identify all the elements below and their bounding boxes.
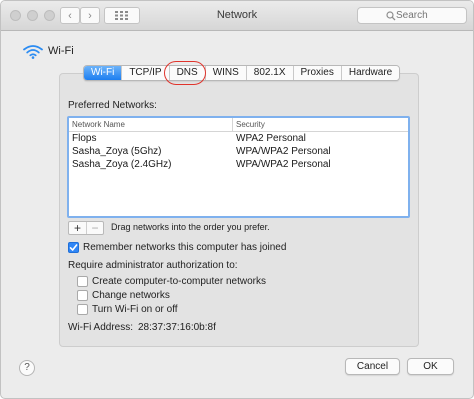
network-name-cell: Sasha_Zoya (5Ghz) bbox=[72, 146, 162, 157]
wifi-address-label: Wi-Fi Address: bbox=[68, 322, 134, 333]
change-networks-label: Change networks bbox=[92, 290, 170, 301]
network-security-cell: WPA/WPA2 Personal bbox=[236, 159, 331, 170]
column-header-network-name[interactable]: Network Name bbox=[69, 118, 233, 131]
tab-8021x[interactable]: 802.1X bbox=[246, 66, 294, 80]
table-header: Network Name Security bbox=[69, 118, 408, 132]
network-preferences-window: ‹ › Network Wi-Fi bbox=[0, 0, 474, 399]
turn-wifi-label: Turn Wi-Fi on or off bbox=[92, 304, 178, 315]
wifi-address-value: 28:37:37:16:0b:8f bbox=[138, 322, 216, 333]
search-field[interactable] bbox=[357, 7, 467, 24]
change-networks-checkbox[interactable] bbox=[77, 290, 88, 301]
checkmark-icon bbox=[69, 244, 78, 251]
tab-wins[interactable]: WINS bbox=[205, 66, 247, 80]
tab-hardware[interactable]: Hardware bbox=[341, 66, 400, 80]
require-admin-label: Require administrator authorization to: bbox=[68, 260, 238, 271]
tab-proxies[interactable]: Proxies bbox=[293, 66, 342, 80]
preferred-networks-label: Preferred Networks: bbox=[68, 100, 157, 111]
help-button[interactable]: ? bbox=[19, 360, 35, 376]
interface-name: Wi-Fi bbox=[48, 45, 74, 57]
drag-hint-text: Drag networks into the order you prefer. bbox=[111, 222, 270, 232]
cancel-button[interactable]: Cancel bbox=[345, 358, 400, 375]
add-remove-control: + − bbox=[68, 221, 104, 235]
table-row[interactable]: Sasha_Zoya (5Ghz) WPA/WPA2 Personal bbox=[69, 145, 408, 158]
create-networks-checkbox[interactable] bbox=[77, 276, 88, 287]
ok-button[interactable]: OK bbox=[407, 358, 454, 375]
column-header-security[interactable]: Security bbox=[233, 118, 265, 131]
search-icon bbox=[386, 11, 396, 21]
change-networks-row[interactable]: Change networks bbox=[77, 290, 170, 301]
remember-networks-checkbox[interactable] bbox=[68, 242, 79, 253]
table-row[interactable]: Sasha_Zoya (2.4GHz) WPA/WPA2 Personal bbox=[69, 158, 408, 171]
tab-tcpip[interactable]: TCP/IP bbox=[122, 66, 170, 80]
remove-network-button[interactable]: − bbox=[86, 222, 103, 234]
network-security-cell: WPA2 Personal bbox=[236, 133, 306, 144]
network-security-cell: WPA/WPA2 Personal bbox=[236, 146, 331, 157]
create-networks-label: Create computer-to-computer networks bbox=[92, 276, 266, 287]
table-row[interactable]: Flops WPA2 Personal bbox=[69, 132, 408, 145]
tab-wifi[interactable]: Wi-Fi bbox=[84, 66, 123, 80]
add-network-button[interactable]: + bbox=[69, 222, 86, 234]
network-name-cell: Sasha_Zoya (2.4GHz) bbox=[72, 159, 172, 170]
remember-networks-label: Remember networks this computer has join… bbox=[83, 242, 287, 253]
tab-dns[interactable]: DNS bbox=[169, 66, 206, 80]
turn-wifi-checkbox[interactable] bbox=[77, 304, 88, 315]
preferred-networks-table[interactable]: Network Name Security Flops WPA2 Persona… bbox=[67, 116, 410, 218]
network-name-cell: Flops bbox=[72, 133, 97, 144]
tab-bar: Wi-Fi TCP/IP DNS WINS 802.1X Proxies Har… bbox=[83, 65, 401, 81]
remember-networks-row[interactable]: Remember networks this computer has join… bbox=[68, 242, 286, 253]
wifi-icon bbox=[23, 45, 43, 59]
create-networks-row[interactable]: Create computer-to-computer networks bbox=[77, 276, 266, 287]
title-bar: ‹ › Network bbox=[1, 1, 473, 31]
turn-wifi-row[interactable]: Turn Wi-Fi on or off bbox=[77, 304, 178, 315]
